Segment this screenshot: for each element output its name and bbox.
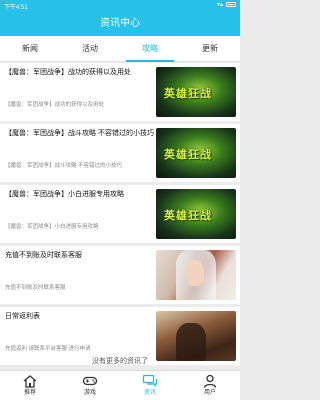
article-list: 【魔兽：军团战争】战功的获得以及用处 【魔兽：军团战争】战功的获得以及用处 英雄… (0, 63, 240, 370)
nav-recommend[interactable]: 推荐 (0, 371, 60, 400)
list-item[interactable]: 【魔兽：军团战争】小白进服专用攻略 【魔兽：军团战争】小白进服专用攻略 英雄狂战 (0, 185, 240, 243)
item-title: 【魔兽：军团战争】战斗攻略 不容错过的小技巧 (5, 130, 154, 137)
tab-news[interactable]: 新闻 (0, 36, 60, 61)
bottom-nav: 推荐 游戏 资讯 用户 (0, 370, 240, 400)
thumbnail-logo-text: 英雄狂战 (164, 149, 212, 161)
status-icons: ▾▴ (217, 1, 236, 8)
user-icon (203, 374, 217, 388)
thumbnail-logo-text: 英雄狂战 (164, 88, 212, 100)
item-thumbnail: 英雄狂战 (156, 67, 236, 117)
tab-updates[interactable]: 更新 (180, 36, 240, 61)
tab-guides[interactable]: 攻略 (120, 36, 180, 62)
nav-label: 推荐 (23, 390, 36, 396)
page-title: 资讯中心 (0, 11, 240, 36)
nav-label: 用户 (203, 390, 216, 396)
nav-games[interactable]: 游戏 (60, 371, 120, 400)
status-bar: 下午4:51 ▾▴ (0, 0, 240, 11)
item-thumbnail (156, 250, 236, 300)
gamepad-icon (82, 376, 98, 386)
item-subtitle: 【魔兽：军团战争】战斗攻略 不容错过的小技巧 (5, 163, 123, 169)
nav-user[interactable]: 用户 (180, 371, 240, 400)
item-title: 【魔兽：军团战争】战功的获得以及用处 (5, 69, 131, 76)
item-thumbnail: 英雄狂战 (156, 189, 236, 239)
item-title: 【魔兽：军团战争】小白进服专用攻略 (5, 191, 124, 198)
nav-label: 游戏 (83, 390, 96, 396)
item-thumbnail: 英雄狂战 (156, 128, 236, 178)
item-thumbnail (156, 311, 236, 361)
thumbnail-face-shape (186, 260, 204, 286)
item-title: 日常返利表 (5, 313, 40, 320)
item-subtitle: 【魔兽：军团战争】战功的获得以及用处 (5, 102, 105, 108)
tab-bar: 新闻 活动 攻略 更新 (0, 36, 240, 62)
list-item[interactable]: 【魔兽：军团战争】战斗攻略 不容错过的小技巧 【魔兽：军团战争】战斗攻略 不容错… (0, 124, 240, 182)
item-subtitle: 【魔兽：军团战争】小白进服专用攻略 (5, 224, 99, 230)
tab-events[interactable]: 活动 (60, 36, 120, 61)
item-title: 充值不到账及时联系客服 (5, 252, 82, 259)
end-of-list-hint: 没有更多的资讯了 (92, 358, 148, 365)
nav-label: 资讯 (143, 390, 156, 396)
battery-icon (226, 2, 236, 7)
item-subtitle: 充值不到账及时联系客服 (5, 285, 66, 291)
list-item[interactable]: 充值不到账及时联系客服 充值不到账及时联系客服 (0, 246, 240, 304)
home-icon (23, 375, 37, 388)
thumbnail-logo-text: 英雄狂战 (164, 210, 212, 222)
list-item[interactable]: 【魔兽：军团战争】战功的获得以及用处 【魔兽：军团战争】战功的获得以及用处 英雄… (0, 63, 240, 121)
signal-icon: ▾▴ (216, 2, 223, 8)
item-subtitle: 充值返利 请联系平台客服 进行申请 (5, 346, 91, 352)
nav-news[interactable]: 资讯 (120, 371, 180, 400)
status-time: 下午4:51 (4, 5, 28, 11)
chat-icon (142, 374, 158, 387)
